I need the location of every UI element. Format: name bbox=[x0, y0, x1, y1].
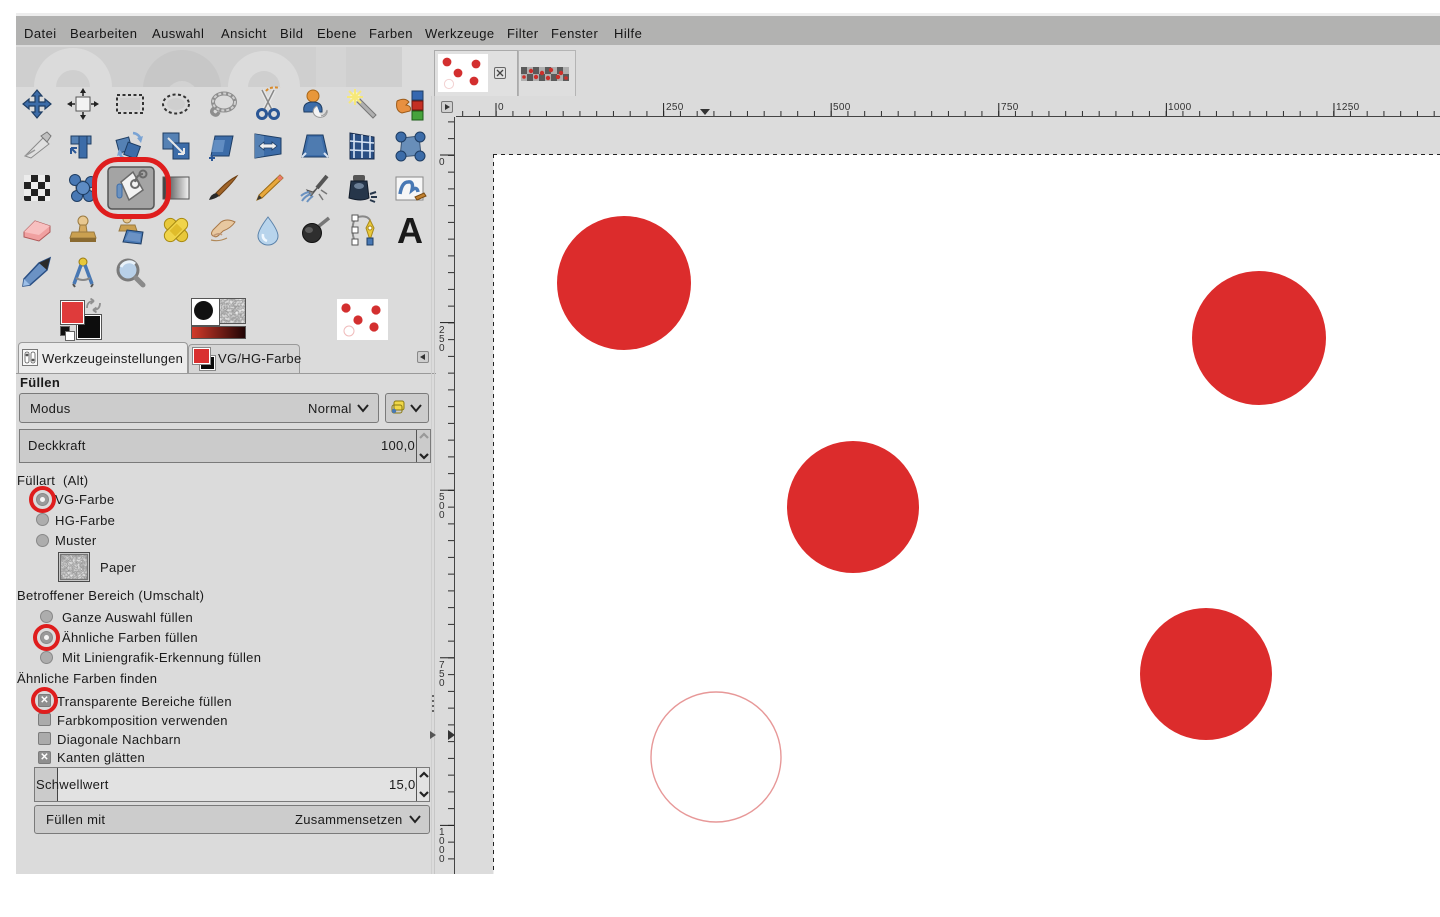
svg-text:A: A bbox=[397, 210, 423, 251]
